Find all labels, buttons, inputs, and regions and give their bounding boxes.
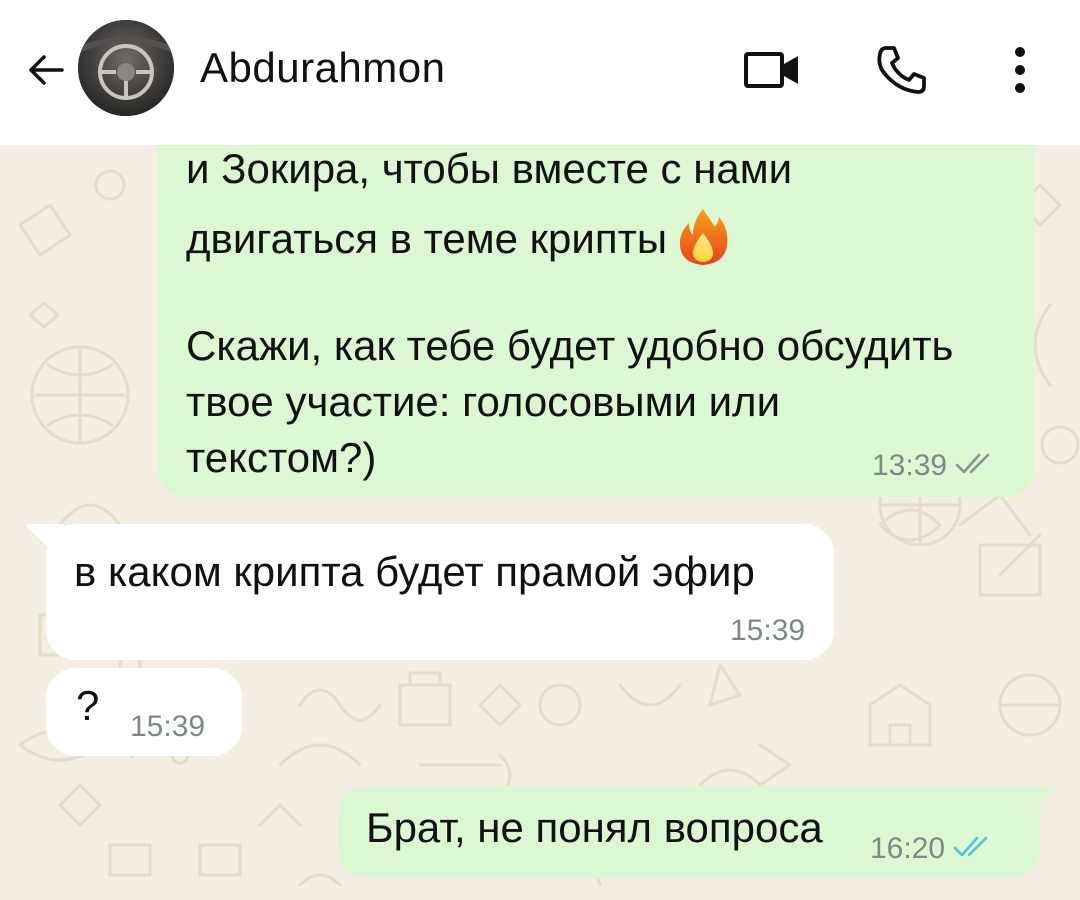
avatar[interactable]: [78, 20, 174, 116]
message-time: 16:20: [870, 832, 946, 865]
message-bubble-incoming[interactable]: в каком крипта будет прамой эфир 15:39: [46, 524, 834, 660]
message-bubble-incoming[interactable]: ? 15:39: [46, 668, 242, 756]
message-time: 15:39: [130, 710, 206, 743]
contact-name[interactable]: Abdurahmon: [200, 44, 446, 92]
message-bubble-outgoing[interactable]: Брат, не понял вопроса 16:20: [338, 786, 1040, 878]
read-ticks-icon: [953, 836, 988, 857]
message-text: в каком крипта будет прамой эфир: [74, 548, 755, 595]
message-line-with-emoji: двигаться в теме крипты: [186, 207, 729, 268]
message-meta: 13:39: [872, 449, 999, 483]
phone-call-icon[interactable]: [872, 40, 932, 100]
message-line: Скажи, как тебе будет удобно обсудить: [186, 322, 954, 369]
delivered-ticks-icon: [955, 453, 990, 474]
more-vert-icon[interactable]: [990, 40, 1050, 100]
message-meta: 16:20: [870, 832, 997, 866]
message-text: ?: [76, 682, 100, 729]
message-line: твое участие: голосовыми или: [186, 378, 781, 425]
fire-emoji-icon: [679, 209, 728, 265]
chat-header: Abdurahmon: [0, 0, 1080, 145]
message-bubble-outgoing[interactable]: и Зокира, чтобы вместе с нами двигаться …: [158, 145, 1034, 497]
message-line: двигаться в теме крипты: [186, 215, 668, 262]
message-text: Брат, не понял вопроса: [366, 804, 823, 851]
message-time: 13:39: [872, 449, 948, 482]
message-time: 15:39: [730, 614, 806, 647]
arrow-left-icon[interactable]: [22, 46, 70, 94]
message-line: и Зокира, чтобы вместе с нами: [186, 145, 793, 192]
video-call-icon[interactable]: [742, 40, 802, 100]
message-line: текстом?): [186, 434, 377, 481]
